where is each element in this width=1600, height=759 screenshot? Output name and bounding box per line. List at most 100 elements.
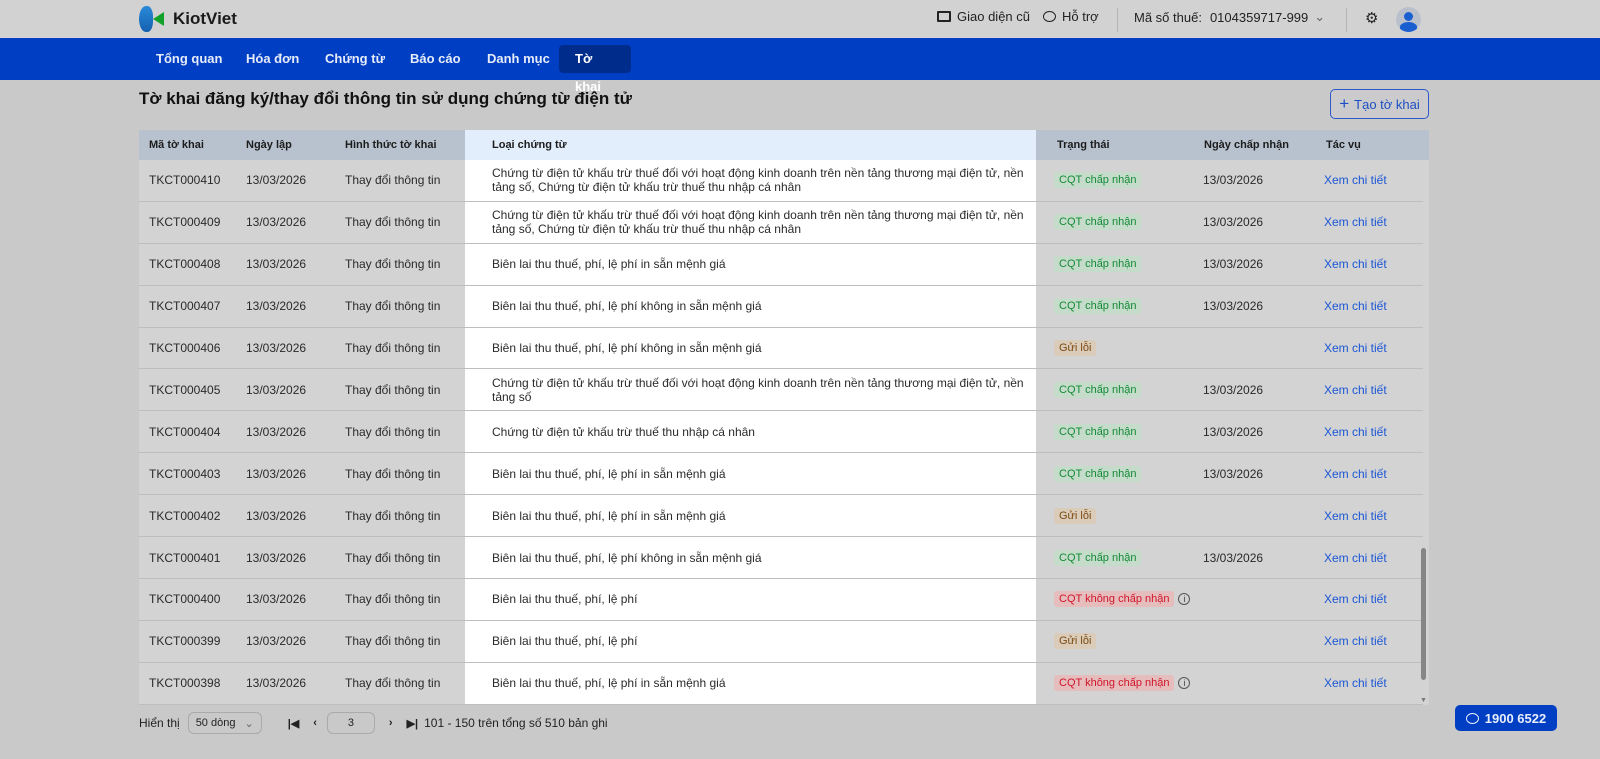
status-badge: CQT chấp nhận: [1054, 423, 1142, 440]
document-type: Biên lai thu thuế, phí, lệ phí in sẵn mệ…: [492, 257, 726, 272]
page-size-select[interactable]: 50 dòng ⌄: [187, 712, 262, 734]
page-number-input[interactable]: 3: [326, 712, 375, 734]
divider: [1346, 8, 1347, 32]
status-cell: Gửi lỗi: [1054, 621, 1097, 662]
tax-code-label: Mã số thuế:: [1134, 9, 1202, 25]
view-detail-link[interactable]: Xem chi tiết: [1324, 160, 1387, 201]
status-cell: Gửi lỗi: [1054, 495, 1097, 536]
table-row: TKCT000404 13/03/2026 Thay đổi thông tin…: [139, 411, 1423, 454]
accepted-date: 13/03/2026: [1203, 424, 1264, 439]
nav-bao-cao[interactable]: Báo cáo: [394, 45, 477, 73]
top-bar: KiotViet Giao diện cũ Hỗ trợ Mã số thuế:…: [0, 0, 1600, 38]
main-nav: Tổng quan Hóa đơn Chứng từ Báo cáo Danh …: [0, 38, 1600, 94]
document-type: Biên lai thu thuế, phí, lệ phí in sẵn mệ…: [492, 508, 726, 523]
col-header-type[interactable]: Loại chứng từ: [492, 139, 567, 151]
status-badge: Gửi lỗi: [1054, 340, 1097, 357]
col-header-accepted[interactable]: Ngày chấp nhận: [1204, 139, 1289, 151]
created-date: 13/03/2026: [246, 173, 307, 188]
declaration-id: TKCT000407: [149, 299, 221, 314]
page-size-label: Hiển thị: [139, 716, 180, 730]
support-label: Hỗ trợ: [1062, 9, 1099, 24]
col-header-date[interactable]: Ngày lập: [246, 139, 292, 151]
create-declaration-button[interactable]: + Tạo tờ khai: [1330, 89, 1429, 119]
info-icon[interactable]: i: [1178, 677, 1191, 690]
declaration-id: TKCT000410: [149, 173, 221, 188]
table-row: TKCT000398 13/03/2026 Thay đổi thông tin…: [139, 663, 1423, 705]
created-date: 13/03/2026: [246, 592, 307, 607]
created-date: 13/03/2026: [246, 676, 307, 691]
avatar[interactable]: [1396, 7, 1421, 32]
prev-page-icon[interactable]: ‹: [313, 717, 317, 729]
accepted-date: 13/03/2026: [1203, 466, 1264, 481]
hotline-button[interactable]: 1900 6522: [1455, 705, 1557, 731]
nav-tong-quan[interactable]: Tổng quan: [140, 45, 238, 73]
kiotviet-logo[interactable]: KiotViet: [139, 6, 237, 32]
col-header-id[interactable]: Mã tờ khai: [149, 139, 204, 151]
view-detail-link[interactable]: Xem chi tiết: [1324, 495, 1387, 536]
info-icon[interactable]: i: [1178, 593, 1191, 606]
nav-danh-muc[interactable]: Danh mục: [471, 45, 566, 73]
support-link[interactable]: Hỗ trợ: [1043, 9, 1099, 24]
table-row: TKCT000406 13/03/2026 Thay đổi thông tin…: [139, 328, 1423, 370]
logo-icon: [139, 6, 167, 32]
view-detail-link[interactable]: Xem chi tiết: [1324, 663, 1387, 704]
declaration-id: TKCT000405: [149, 382, 221, 397]
last-page-icon[interactable]: ▶|: [407, 717, 419, 730]
next-page-icon[interactable]: ›: [389, 717, 393, 729]
declaration-form: Thay đổi thông tin: [345, 173, 441, 188]
old-ui-link[interactable]: Giao diện cũ: [937, 9, 1030, 24]
view-detail-link[interactable]: Xem chi tiết: [1324, 411, 1387, 452]
status-badge: CQT chấp nhận: [1054, 172, 1142, 189]
document-type: Chứng từ điện tử khấu trừ thuế thu nhập …: [492, 424, 755, 439]
table-scrollbar[interactable]: ▼: [1419, 160, 1427, 705]
view-detail-link[interactable]: Xem chi tiết: [1324, 244, 1387, 285]
status-badge: CQT chấp nhận: [1054, 298, 1142, 315]
view-detail-link[interactable]: Xem chi tiết: [1324, 621, 1387, 662]
declaration-form: Thay đổi thông tin: [345, 382, 441, 397]
document-type: Biên lai thu thuế, phí, lệ phí: [492, 592, 638, 607]
created-date: 13/03/2026: [246, 341, 307, 356]
status-badge: CQT chấp nhận: [1054, 381, 1142, 398]
accepted-date: 13/03/2026: [1203, 299, 1264, 314]
view-detail-link[interactable]: Xem chi tiết: [1324, 579, 1387, 620]
declaration-form: Thay đổi thông tin: [345, 215, 441, 230]
tax-code-dropdown[interactable]: Mã số thuế: 0104359717-999 ⌄: [1134, 9, 1325, 25]
status-cell: CQT chấp nhận: [1054, 286, 1142, 327]
declaration-form: Thay đổi thông tin: [345, 466, 441, 481]
view-detail-link[interactable]: Xem chi tiết: [1324, 537, 1387, 578]
status-cell: Gửi lỗi: [1054, 328, 1097, 369]
pagination-bar: Hiển thị 50 dòng ⌄ |◀ ‹ 3 › ▶| 101 - 150 …: [139, 712, 608, 734]
document-type: Biên lai thu thuế, phí, lệ phí: [492, 634, 638, 649]
status-cell: CQT không chấp nhận i: [1054, 579, 1191, 620]
table-row: TKCT000410 13/03/2026 Thay đổi thông tin…: [139, 160, 1423, 202]
view-detail-link[interactable]: Xem chi tiết: [1324, 370, 1387, 411]
col-header-status[interactable]: Trạng thái: [1057, 139, 1110, 151]
declaration-form: Thay đổi thông tin: [345, 508, 441, 523]
nav-to-khai[interactable]: Tờ khai: [559, 45, 631, 94]
view-detail-link[interactable]: Xem chi tiết: [1324, 328, 1387, 369]
nav-chung-tu[interactable]: Chứng từ: [309, 45, 401, 73]
status-cell: CQT chấp nhận: [1054, 453, 1142, 494]
status-cell: CQT chấp nhận: [1054, 537, 1142, 578]
created-date: 13/03/2026: [246, 257, 307, 272]
record-range: 101 - 150 trên tổng số 510 bản ghi: [424, 716, 608, 730]
view-detail-link[interactable]: Xem chi tiết: [1324, 453, 1387, 494]
first-page-icon[interactable]: |◀: [288, 717, 300, 730]
nav-hoa-don[interactable]: Hóa đơn: [230, 45, 315, 73]
status-badge: CQT không chấp nhận: [1054, 591, 1175, 608]
chat-icon: [1043, 11, 1056, 22]
status-cell: CQT chấp nhận: [1054, 411, 1142, 452]
page-title: Tờ khai đăng ký/thay đổi thông tin sử dụ…: [139, 89, 632, 108]
accepted-date: 13/03/2026: [1203, 215, 1264, 230]
col-header-actions[interactable]: Tác vụ: [1326, 139, 1361, 151]
chat-icon: [1465, 712, 1479, 724]
hotline-number: 1900 6522: [1484, 710, 1547, 726]
view-detail-link[interactable]: Xem chi tiết: [1324, 286, 1387, 327]
table-row: TKCT000400 13/03/2026 Thay đổi thông tin…: [139, 579, 1423, 621]
declaration-id: TKCT000404: [149, 424, 221, 439]
declaration-form: Thay đổi thông tin: [345, 676, 441, 691]
gear-icon[interactable]: ⚙: [1365, 9, 1378, 27]
view-detail-link[interactable]: Xem chi tiết: [1324, 202, 1387, 243]
created-date: 13/03/2026: [246, 424, 307, 439]
col-header-form[interactable]: Hình thức tờ khai: [345, 139, 437, 151]
